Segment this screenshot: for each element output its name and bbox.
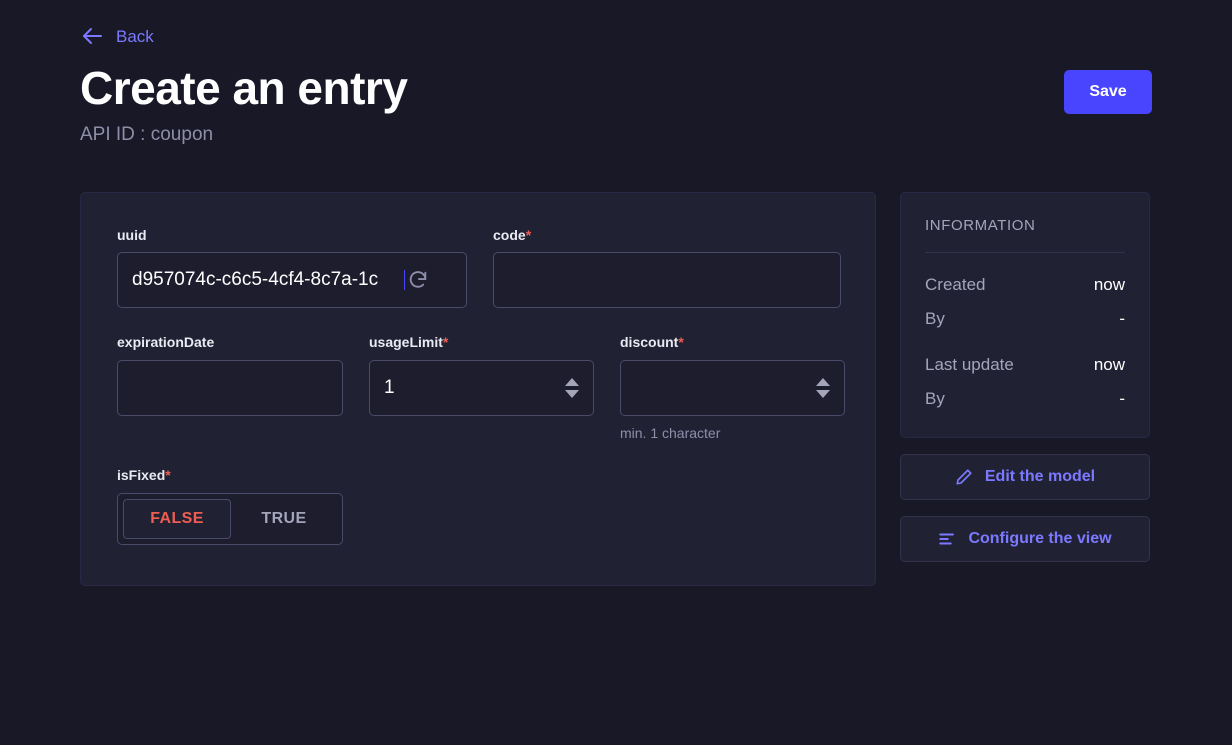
label-text: usageLimit bbox=[369, 334, 443, 351]
label-text: code bbox=[493, 226, 526, 243]
label-text: isFixed bbox=[117, 467, 166, 484]
field-label-usagelimit: usageLimit* bbox=[369, 334, 594, 351]
discount-input[interactable] bbox=[620, 360, 845, 417]
info-value: - bbox=[1119, 308, 1125, 328]
label-text: uuid bbox=[117, 226, 147, 243]
field-usageLimit: usageLimit* 1 bbox=[369, 334, 594, 441]
isfixed-option-false[interactable]: FALSE bbox=[123, 499, 231, 540]
field-label-isfixed: isFixed* bbox=[117, 467, 343, 484]
title-block: Create an entry API ID : coupon bbox=[80, 62, 408, 146]
label-text: expirationDate bbox=[117, 334, 215, 351]
field-uuid: uuid d957074c-c6c5-4cf4-8c7a-1c bbox=[117, 227, 467, 309]
uuid-input[interactable]: d957074c-c6c5-4cf4-8c7a-1c bbox=[117, 252, 467, 309]
entry-form-card: uuid d957074c-c6c5-4cf4-8c7a-1c code* ex… bbox=[80, 191, 876, 587]
field-discount: discount* min. 1 character bbox=[620, 334, 845, 441]
information-row-created-by: By - bbox=[925, 309, 1125, 329]
layout-lines-icon bbox=[938, 530, 956, 548]
isfixed-toggle[interactable]: FALSE TRUE bbox=[117, 493, 343, 546]
edit-the-model-label: Edit the model bbox=[984, 467, 1096, 485]
page-header: Back Create an entry API ID : coupon Sav… bbox=[0, 0, 1232, 146]
field-label-expirationdate: expirationDate bbox=[117, 334, 343, 351]
info-value: now bbox=[1093, 354, 1125, 374]
field-label-uuid: uuid bbox=[117, 227, 467, 244]
form-row-2: expirationDate usageLimit* 1 discount* m… bbox=[117, 334, 845, 441]
expirationdate-input[interactable] bbox=[117, 360, 343, 417]
pencil-icon bbox=[955, 468, 973, 486]
back-button[interactable]: Back bbox=[80, 24, 154, 48]
field-expirationDate: expirationDate bbox=[117, 334, 343, 441]
back-button-label: Back bbox=[116, 26, 154, 46]
title-row: Create an entry API ID : coupon Save bbox=[80, 62, 1152, 146]
side-column: INFORMATION Created now By - Last update… bbox=[900, 191, 1150, 562]
text-caret bbox=[404, 270, 405, 291]
configure-the-view-button[interactable]: Configure the view bbox=[900, 515, 1150, 562]
isfixed-option-true[interactable]: TRUE bbox=[231, 499, 337, 539]
api-id-label: API ID : coupon bbox=[80, 123, 214, 145]
usagelimit-input[interactable]: 1 bbox=[369, 360, 594, 417]
chevron-down-icon[interactable] bbox=[816, 390, 830, 399]
save-button[interactable]: Save bbox=[1064, 70, 1152, 114]
arrow-left-icon bbox=[80, 24, 104, 48]
info-key: By bbox=[925, 388, 945, 408]
discount-stepper[interactable] bbox=[816, 378, 830, 399]
form-row-3: isFixed* FALSE TRUE bbox=[117, 467, 839, 546]
information-row-created: Created now bbox=[925, 275, 1125, 295]
field-label-code: code* bbox=[493, 227, 841, 244]
info-key: By bbox=[925, 308, 945, 328]
information-panel: INFORMATION Created now By - Last update… bbox=[900, 191, 1150, 438]
required-mark: * bbox=[678, 334, 684, 351]
edit-the-model-button[interactable]: Edit the model bbox=[900, 453, 1150, 500]
field-code: code* bbox=[493, 227, 841, 309]
configure-the-view-label: Configure the view bbox=[968, 529, 1112, 547]
information-row-last-update: Last update now bbox=[925, 355, 1125, 375]
required-mark: * bbox=[525, 226, 532, 243]
info-value: - bbox=[1119, 388, 1125, 408]
refresh-icon[interactable] bbox=[407, 269, 429, 291]
usagelimit-stepper[interactable] bbox=[565, 378, 579, 399]
create-entry-page: Back Create an entry API ID : coupon Sav… bbox=[0, 0, 1232, 745]
info-value: now bbox=[1093, 274, 1125, 294]
info-key: Last update bbox=[925, 354, 1014, 374]
required-mark: * bbox=[165, 467, 171, 484]
usagelimit-input-value: 1 bbox=[384, 377, 395, 399]
form-row-1: uuid d957074c-c6c5-4cf4-8c7a-1c code* bbox=[117, 227, 841, 309]
field-isFixed: isFixed* FALSE TRUE bbox=[117, 467, 343, 546]
information-title: INFORMATION bbox=[925, 217, 1125, 253]
required-mark: * bbox=[442, 334, 449, 351]
uuid-input-value: d957074c-c6c5-4cf4-8c7a-1c bbox=[132, 269, 379, 291]
discount-hint: min. 1 character bbox=[620, 425, 721, 442]
chevron-down-icon[interactable] bbox=[565, 390, 579, 399]
chevron-up-icon[interactable] bbox=[816, 378, 830, 387]
content-area: uuid d957074c-c6c5-4cf4-8c7a-1c code* ex… bbox=[0, 191, 1232, 587]
label-text: discount bbox=[620, 334, 679, 351]
chevron-up-icon[interactable] bbox=[565, 378, 579, 387]
page-title: Create an entry bbox=[80, 62, 408, 114]
code-input[interactable] bbox=[493, 252, 841, 309]
information-row-last-update-by: By - bbox=[925, 389, 1125, 409]
info-key: Created bbox=[925, 274, 986, 294]
field-label-discount: discount* bbox=[620, 334, 845, 351]
information-list: Created now By - Last update now By - bbox=[925, 253, 1125, 409]
